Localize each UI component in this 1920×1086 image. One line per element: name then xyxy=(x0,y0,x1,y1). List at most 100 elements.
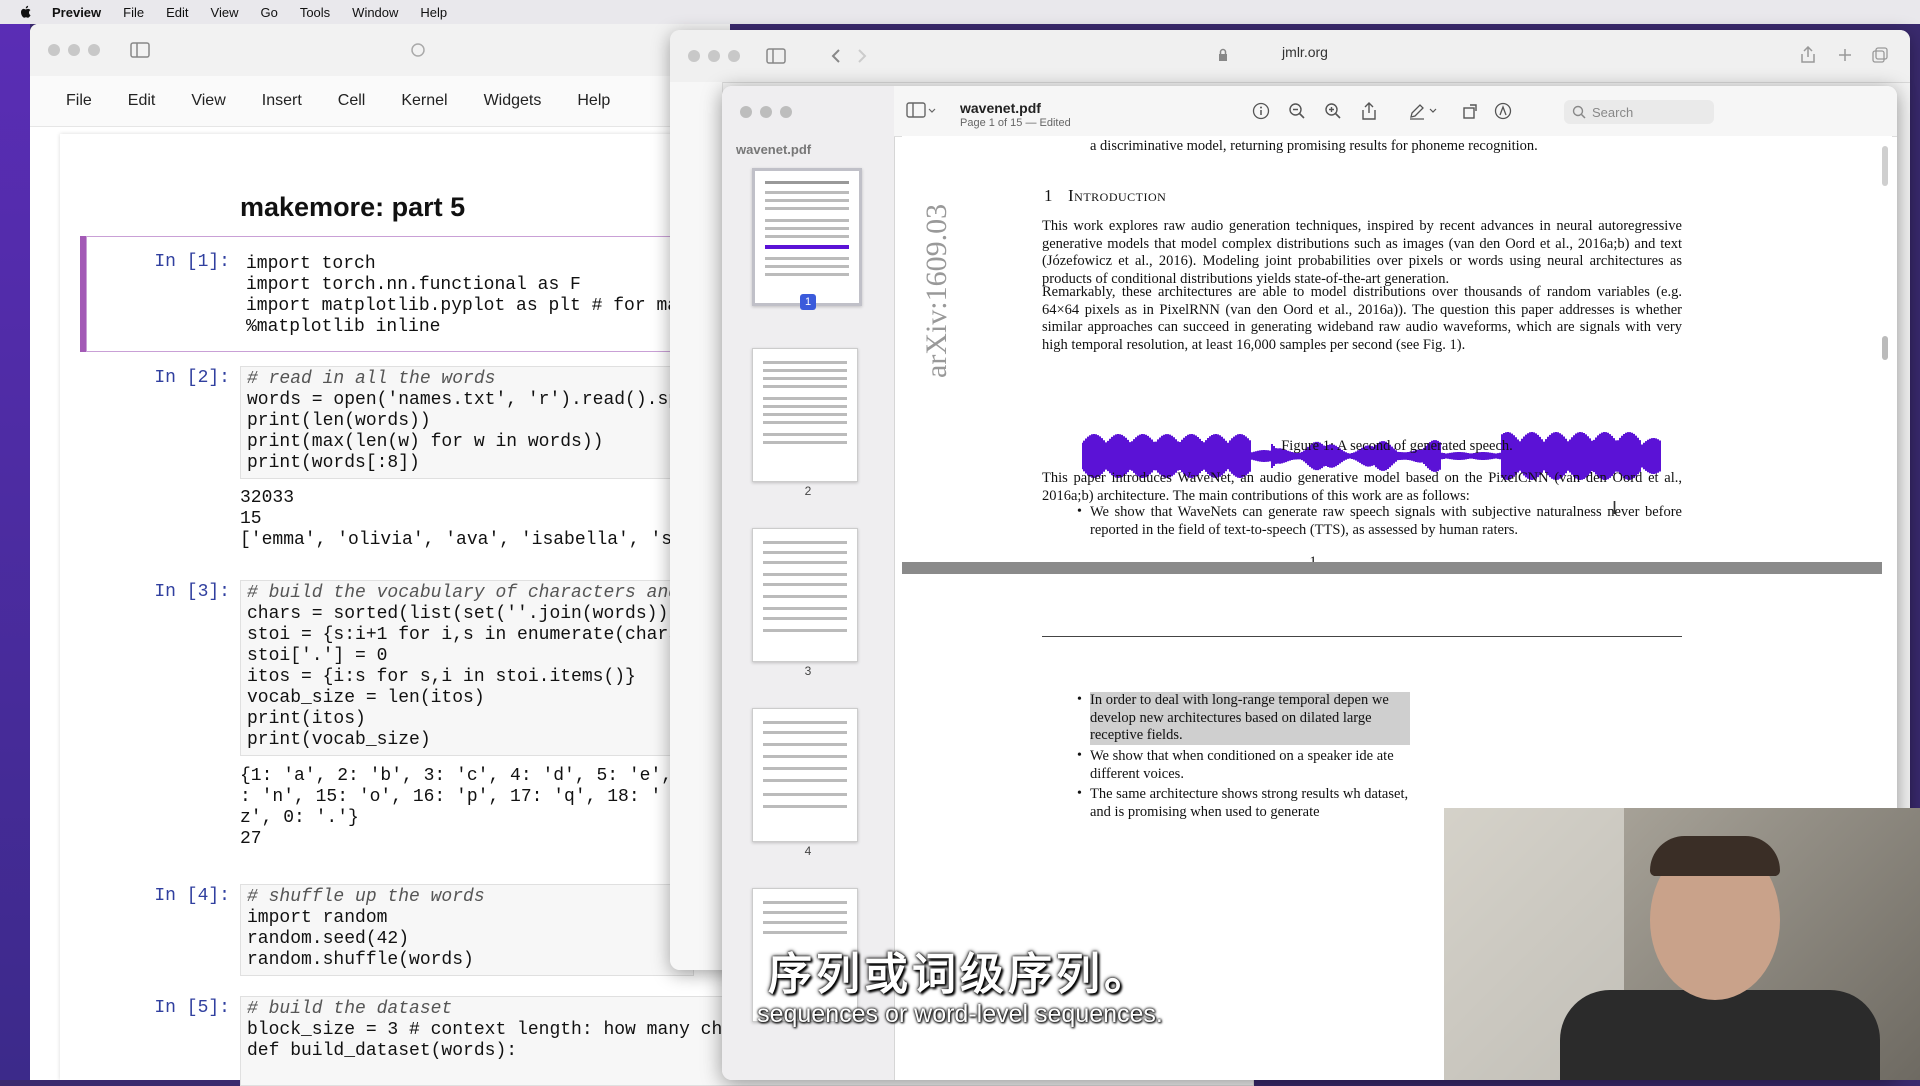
cell-output: 32033 15 ['emma', 'olivia', 'ava', 'isabel… xyxy=(240,488,690,551)
markup-pen-icon[interactable] xyxy=(1408,102,1438,120)
address-bar[interactable]: jmlr.org xyxy=(1230,44,1380,60)
cell-code[interactable]: import torch import torch.nn.functional a… xyxy=(240,252,692,340)
safari-page-area xyxy=(670,82,723,970)
code-line: print(words[:8]) xyxy=(247,453,420,473)
page-thumbnail-1[interactable] xyxy=(752,168,862,306)
code-line: stoi['.'] = 0 xyxy=(247,646,388,666)
close-window-button[interactable] xyxy=(740,106,752,118)
apple-menu-icon[interactable] xyxy=(18,4,34,20)
share-icon[interactable] xyxy=(1360,102,1378,120)
menubar-item-file[interactable]: File xyxy=(123,5,144,20)
thumbnail-page-number: 1 xyxy=(800,294,816,310)
output-line: : 'n', 15: 'o', 16: 'p', 17: 'q', 18: ' xyxy=(240,787,662,807)
scrollbar-thumb-secondary[interactable] xyxy=(1882,336,1888,360)
markup-toolbar-icon[interactable] xyxy=(1494,102,1512,120)
minimize-window-button[interactable] xyxy=(708,50,720,62)
code-line: print(len(words)) xyxy=(247,411,431,431)
code-line: chars = sorted(list(set(''.join(words))) xyxy=(247,604,680,624)
zoom-window-button[interactable] xyxy=(780,106,792,118)
zoom-in-icon[interactable] xyxy=(1324,102,1342,120)
jupyter-menu-view[interactable]: View xyxy=(191,92,225,110)
close-window-button[interactable] xyxy=(688,50,700,62)
minimize-window-button[interactable] xyxy=(68,44,80,56)
jupyter-menu-insert[interactable]: Insert xyxy=(262,92,302,110)
code-line: import matplotlib.pyplot as plt # for ma xyxy=(246,296,679,316)
text-cursor-icon: I xyxy=(1612,498,1618,518)
cell-output: {1: 'a', 2: 'b', 3: 'c', 4: 'd', 5: 'e',… xyxy=(240,766,690,850)
back-arrow-icon[interactable] xyxy=(830,48,842,64)
close-window-button[interactable] xyxy=(48,44,60,56)
page-thumbnail-2[interactable] xyxy=(752,348,858,482)
presenter-hair xyxy=(1650,836,1780,876)
info-icon[interactable] xyxy=(1252,102,1270,120)
code-line: words = open('names.txt', 'r').read().sp xyxy=(247,390,680,410)
menubar-item-window[interactable]: Window xyxy=(352,5,398,20)
menubar-app-name[interactable]: Preview xyxy=(52,5,101,20)
bullet-icon: • xyxy=(1077,786,1082,801)
minimize-window-button[interactable] xyxy=(760,106,772,118)
notebook-title: makemore: part 5 xyxy=(240,192,466,222)
jupyter-menu-cell[interactable]: Cell xyxy=(338,92,366,110)
search-field[interactable]: Search xyxy=(1564,100,1714,124)
macos-menubar: Preview File Edit View Go Tools Window H… xyxy=(0,0,1920,24)
code-line: print(max(len(w) for w in words)) xyxy=(247,432,604,452)
code-cell-1[interactable]: In [1]: import torch import torch.nn.func… xyxy=(80,252,700,342)
code-line: import torch xyxy=(246,254,376,274)
subtitle-chinese: 序列或词级序列。 xyxy=(768,950,1152,999)
output-line: {1: 'a', 2: 'b', 3: 'c', 4: 'd', 5: 'e', xyxy=(240,766,673,786)
scrollbar-thumb[interactable] xyxy=(1882,146,1888,186)
cell-code[interactable]: # read in all the words words = open('nam… xyxy=(240,366,694,479)
page-thumbnail-4[interactable] xyxy=(752,708,858,842)
code-line: import torch.nn.functional as F xyxy=(246,275,581,295)
paragraph-2: Remarkably, these architectures are able… xyxy=(1042,284,1682,353)
forward-arrow-icon[interactable] xyxy=(856,48,868,64)
jupyter-menu-edit[interactable]: Edit xyxy=(128,92,156,110)
sidebar-view-icon[interactable] xyxy=(906,102,936,120)
menubar-item-tools[interactable]: Tools xyxy=(300,5,330,20)
code-cell-3[interactable]: In [3]: # build the vocabulary of charac… xyxy=(80,580,700,850)
bullet-item: The same architecture shows strong resul… xyxy=(1090,786,1409,820)
code-cell-2[interactable]: In [2]: # read in all the words words = o… xyxy=(80,366,700,550)
jupyter-menu-widgets[interactable]: Widgets xyxy=(484,92,542,110)
rotate-icon[interactable] xyxy=(1462,102,1480,120)
code-line: # read in all the words xyxy=(247,369,496,389)
section-number: 1 xyxy=(1044,186,1053,205)
preview-toolbar xyxy=(894,86,1897,137)
pdf-text-line: a discriminative model, returning promis… xyxy=(1090,138,1538,154)
code-line: print(vocab_size) xyxy=(247,730,431,750)
jupyter-menu-kernel[interactable]: Kernel xyxy=(401,92,447,110)
sidebar-document-title: wavenet.pdf xyxy=(736,142,812,157)
zoom-window-button[interactable] xyxy=(728,50,740,62)
desktop-background xyxy=(0,24,30,1080)
output-line: 32033 xyxy=(240,488,295,508)
document-filename: wavenet.pdf xyxy=(960,100,1041,116)
output-line: 15 xyxy=(240,509,262,529)
privacy-shield-icon[interactable] xyxy=(410,42,426,58)
thumbnail-page-number: 3 xyxy=(804,664,812,678)
zoom-window-button[interactable] xyxy=(88,44,100,56)
code-line: import random xyxy=(247,908,388,928)
page-thumbnail-3[interactable] xyxy=(752,528,858,662)
cell-code[interactable]: # build the vocabulary of characters and… xyxy=(240,580,694,756)
jupyter-menu-file[interactable]: File xyxy=(66,92,92,110)
figure-caption: Figure 1: A second of generated speech. xyxy=(1281,438,1513,454)
thumbnail-page-number: 2 xyxy=(804,484,812,498)
share-icon[interactable] xyxy=(1800,46,1816,64)
sidebar-toggle-icon[interactable] xyxy=(766,48,786,64)
new-tab-icon[interactable] xyxy=(1838,48,1852,62)
highlighted-bullet-item: In order to deal with long-range tempora… xyxy=(1090,692,1410,745)
code-line: %matplotlib inline xyxy=(246,317,441,337)
jupyter-menu-help[interactable]: Help xyxy=(577,92,610,110)
cell-prompt: In [3]: xyxy=(154,582,230,602)
cell-prompt: In [4]: xyxy=(154,886,230,906)
menubar-item-help[interactable]: Help xyxy=(420,5,447,20)
output-line: 27 xyxy=(240,829,262,849)
rule-line xyxy=(1042,636,1682,637)
menubar-item-view[interactable]: View xyxy=(211,5,239,20)
menubar-item-edit[interactable]: Edit xyxy=(166,5,188,20)
arxiv-watermark: arXiv:1609.03 xyxy=(920,203,953,378)
zoom-out-icon[interactable] xyxy=(1288,102,1306,120)
sidebar-toggle-icon[interactable] xyxy=(130,42,150,58)
tab-overview-icon[interactable] xyxy=(1872,47,1888,63)
menubar-item-go[interactable]: Go xyxy=(260,5,277,20)
